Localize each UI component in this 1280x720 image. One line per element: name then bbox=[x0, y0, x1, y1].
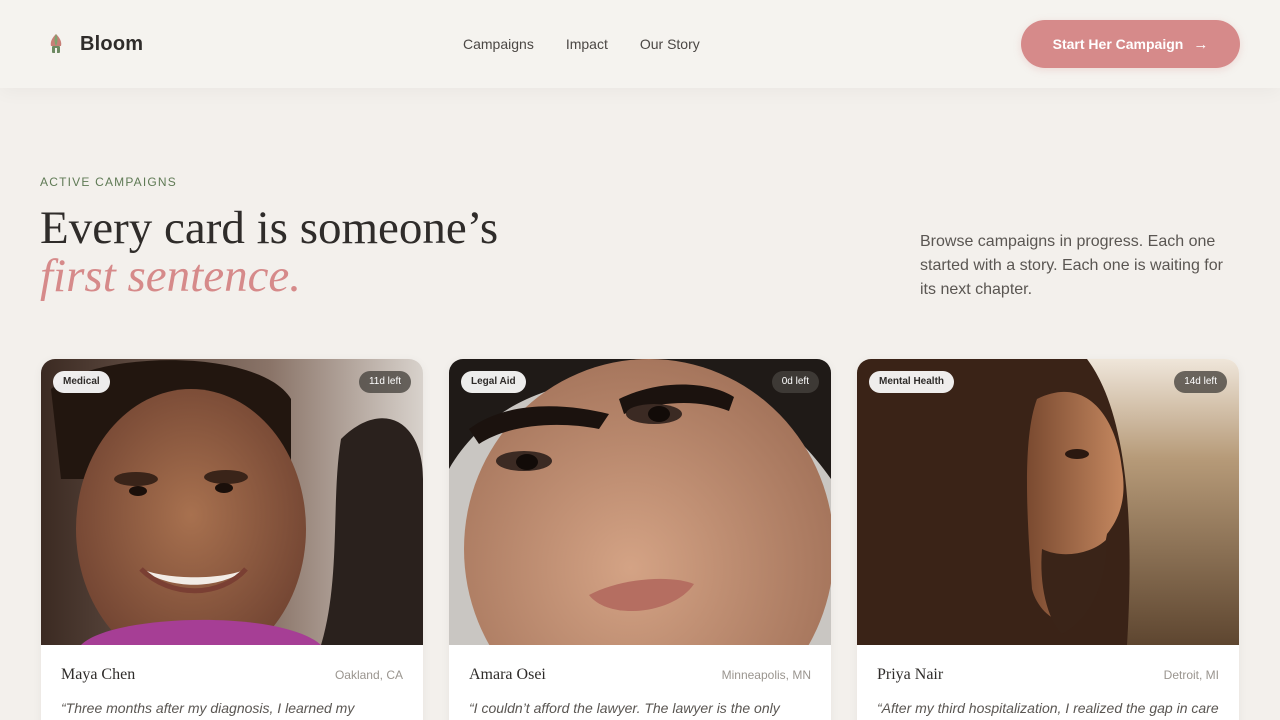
campaign-quote: “After my third hospitalization, I reali… bbox=[877, 700, 1219, 716]
section-eyebrow: ACTIVE CAMPAIGNS bbox=[40, 175, 177, 189]
headline-accent: first sentence. bbox=[40, 250, 302, 302]
campaign-name: Maya Chen bbox=[61, 666, 136, 683]
campaign-location: Detroit, MI bbox=[1163, 668, 1219, 682]
campaign-card[interactable]: Mental Health 14d left Priya Nair Detroi… bbox=[857, 359, 1239, 720]
start-campaign-label: Start Her Campaign bbox=[1052, 36, 1184, 52]
main-nav: Campaigns Impact Our Story bbox=[463, 35, 732, 53]
nav-link-campaigns[interactable]: Campaigns bbox=[463, 35, 534, 53]
page-title: Every card is someone’s first sentence. bbox=[40, 204, 740, 300]
campaign-card[interactable]: Legal Aid 0d left Amara Osei Minneapolis… bbox=[449, 359, 831, 720]
campaign-name: Amara Osei bbox=[469, 666, 546, 683]
campaign-location: Minneapolis, MN bbox=[721, 668, 811, 682]
category-badge: Mental Health bbox=[869, 371, 955, 393]
campaign-quote: “Three months after my diagnosis, I lear… bbox=[61, 700, 355, 716]
headline-line: Every card is someone’s bbox=[40, 202, 499, 254]
arrow-right-icon: → bbox=[1193, 35, 1209, 53]
logo[interactable]: Bloom bbox=[46, 32, 143, 56]
start-campaign-button[interactable]: Start Her Campaign → bbox=[1021, 20, 1240, 68]
campaign-photo: Mental Health 14d left bbox=[857, 359, 1239, 645]
campaign-photo: Legal Aid 0d left bbox=[449, 359, 831, 645]
days-left-badge: 14d left bbox=[1174, 371, 1227, 393]
category-badge: Legal Aid bbox=[461, 371, 526, 393]
campaign-card[interactable]: Medical 11d left Maya Chen Oakland, CA “… bbox=[41, 359, 423, 720]
category-badge: Medical bbox=[53, 371, 110, 393]
campaign-name: Priya Nair bbox=[877, 666, 944, 683]
campaign-location: Oakland, CA bbox=[334, 668, 403, 682]
intro-text: Browse campaigns in progress. Each one s… bbox=[920, 233, 1223, 298]
nav-link-our-story[interactable]: Our Story bbox=[640, 35, 700, 53]
campaign-quote: “I couldn’t afford the lawyer. The lawye… bbox=[469, 700, 780, 716]
flower-bud-icon bbox=[50, 34, 62, 53]
brand-name: Bloom bbox=[80, 32, 144, 55]
site-header: Bloom Campaigns Impact Our Story Start H… bbox=[0, 0, 1280, 88]
campaign-photo: Medical 11d left bbox=[41, 359, 423, 645]
days-left-badge: 11d left bbox=[358, 371, 411, 393]
days-left-badge: 0d left bbox=[771, 371, 819, 393]
nav-link-impact[interactable]: Impact bbox=[566, 35, 608, 53]
